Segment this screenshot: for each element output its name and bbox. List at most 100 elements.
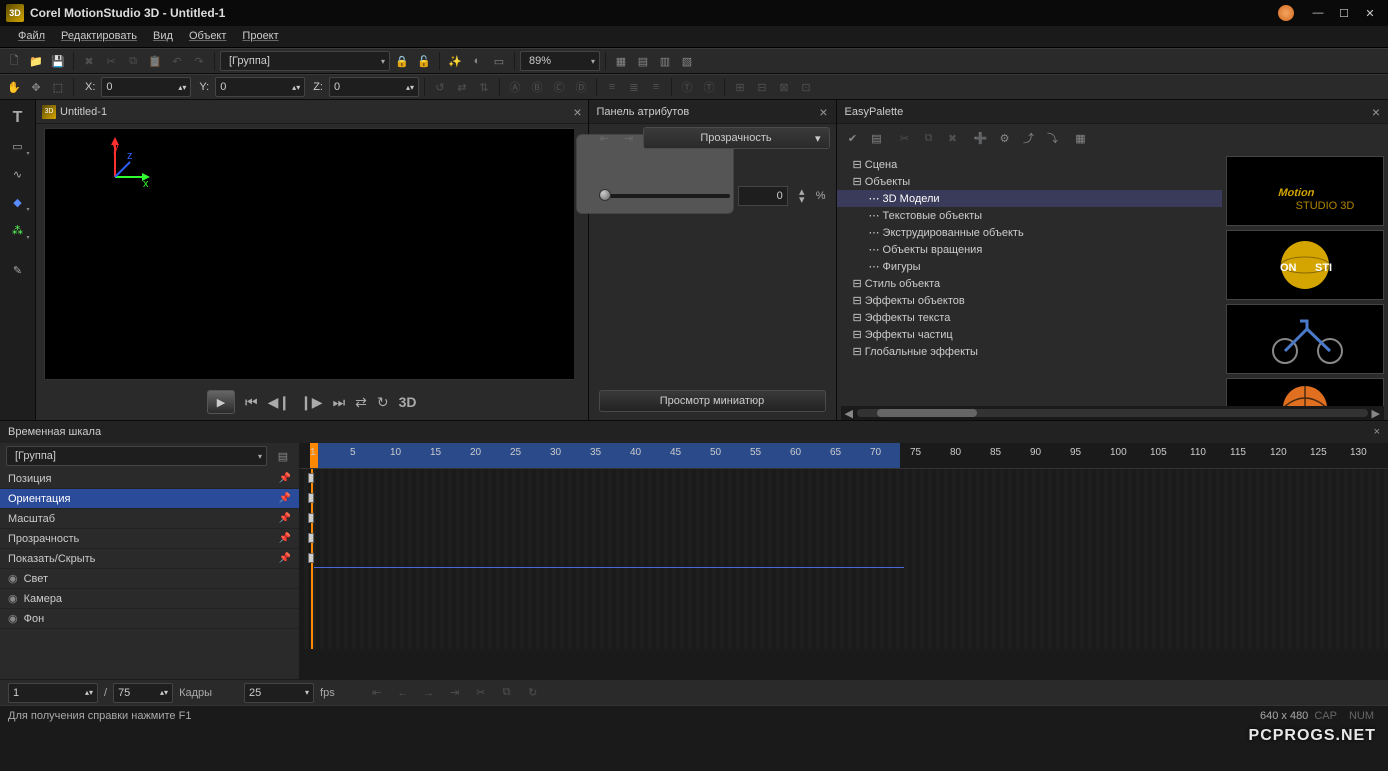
fps-input[interactable]: 25▾ [244,683,314,703]
layout1-icon[interactable]: ▦ [611,51,631,71]
tree-node[interactable]: ⋯ Объекты вращения [837,241,1223,258]
timeline-ruler[interactable]: 1510152025303540455055606570758085909510… [300,443,1388,469]
attr-panel-close-icon[interactable]: × [819,104,827,120]
x-input[interactable]: 0▴▾ [101,77,191,97]
timeline-area[interactable]: 1510152025303540455055606570758085909510… [300,443,1388,679]
tl-btn3-icon[interactable]: → [419,683,439,703]
tree-node[interactable]: ⋯ Экструдированные объекть [837,224,1223,241]
align4-icon[interactable]: Ⓓ [571,77,591,97]
text1-icon[interactable]: Ⓣ [677,77,697,97]
play-pause-button[interactable]: ❙▶ [300,394,323,411]
ep-check-icon[interactable]: ✔ [843,128,863,148]
align3-icon[interactable]: Ⓒ [549,77,569,97]
cut-icon[interactable]: ✂ [101,51,121,71]
timeline-track-row[interactable]: Показать/Скрыть📌 [0,549,299,569]
menu-object[interactable]: Объект [181,27,234,46]
tl-btn1-icon[interactable]: ⇤ [367,683,387,703]
tree-node[interactable]: ⋯ Текстовые объекты [837,207,1223,224]
ep-grid-icon[interactable]: ▦ [1071,128,1091,148]
redo-icon[interactable]: ↷ [189,51,209,71]
ep-layers-icon[interactable]: ▤ [867,128,887,148]
timeline-track-row[interactable]: Масштаб📌 [0,509,299,529]
viewport-tab[interactable]: 3D Untitled-1 [42,105,107,119]
timeline-track-row[interactable]: Прозрачность📌 [0,529,299,549]
dist2-icon[interactable]: ⊟ [752,77,772,97]
mirror-icon[interactable]: ⇄ [452,77,472,97]
tree-node[interactable]: ⊟ Объекты [837,173,1223,190]
viewport-close-icon[interactable]: × [573,104,581,120]
timeline-close-icon[interactable]: × [1374,426,1380,438]
timeline-tracks[interactable] [300,469,1388,649]
opacity-spinner[interactable]: ▴▾ [796,188,808,204]
thumb-bike[interactable] [1226,304,1384,374]
unlock-icon[interactable]: 🔓 [414,51,434,71]
halign1-icon[interactable]: ≡ [602,77,622,97]
tree-node[interactable]: ⊟ Эффекты объектов [837,292,1223,309]
align2-icon[interactable]: Ⓑ [527,77,547,97]
zoom-dropdown[interactable]: 89%▾ [520,51,600,71]
tree-node[interactable]: ⊟ Эффекты частиц [837,326,1223,343]
fx-icon[interactable]: ◐ [467,51,487,71]
move-tool-icon[interactable]: ✥ [26,77,46,97]
3d-toggle-button[interactable]: 3D [399,394,417,410]
tree-node[interactable]: ⊟ Стиль объекта [837,275,1223,292]
refresh-button[interactable]: ↻ [377,394,389,411]
loop-button[interactable]: ⇄ [355,394,367,411]
dist3-icon[interactable]: ⊠ [774,77,794,97]
shape-tool-icon[interactable]: ▭▾ [5,134,31,158]
layout3-icon[interactable]: ▥ [655,51,675,71]
close-button[interactable]: ✕ [1358,3,1382,23]
new-icon[interactable]: 🗋 [4,51,24,71]
tl-btn5-icon[interactable]: ✂ [471,683,491,703]
open-icon[interactable]: 📁 [26,51,46,71]
preview-thumbnails-button[interactable]: Просмотр миниатюр [599,390,826,412]
timeline-track-row[interactable]: ◉Фон [0,609,299,629]
next-frame-button[interactable]: ⏭ [333,394,346,411]
ep-add-icon[interactable]: ➕ [971,128,991,148]
flip-icon[interactable]: ⇅ [474,77,494,97]
group-dropdown[interactable]: [Группа]▾ [220,51,390,71]
thumb-motion[interactable]: MotionSTUDIO 3D [1226,156,1384,226]
attr-mode-dropdown[interactable]: Прозрачность▾ [643,127,830,149]
opacity-slider[interactable] [599,194,730,198]
thumb-basketball[interactable] [1226,378,1384,406]
menu-project[interactable]: Проект [234,27,286,46]
tree-node[interactable]: ⊟ Глобальные эффекты [837,343,1223,360]
menu-view[interactable]: Вид [145,27,181,46]
ep-copy-icon[interactable]: ⧉ [919,128,939,148]
menu-edit[interactable]: Редактировать [53,27,145,46]
save-icon[interactable]: 💾 [48,51,68,71]
text2-icon[interactable]: Ⓣ [699,77,719,97]
tree-node[interactable]: ⊟ Сцена [837,156,1223,173]
first-frame-button[interactable]: ⏮ [245,394,258,411]
render-icon[interactable]: ▭ [489,51,509,71]
wand-icon[interactable]: ✨ [445,51,465,71]
y-input[interactable]: 0▴▾ [215,77,305,97]
minimize-button[interactable]: — [1306,3,1330,23]
timeline-layers-icon[interactable]: ▤ [273,446,293,466]
align1-icon[interactable]: Ⓐ [505,77,525,97]
ep-cut-icon[interactable]: ✂ [895,128,915,148]
prev-frame-button[interactable]: ◀❙ [268,394,291,411]
tree-node[interactable]: ⋯ Фигуры [837,258,1223,275]
ep-import-icon[interactable]: ⤵ [1043,128,1063,148]
delete-icon[interactable]: ✖ [79,51,99,71]
easypalette-close-icon[interactable]: × [1372,104,1380,120]
tl-btn6-icon[interactable]: ⧉ [497,683,517,703]
lock-icon[interactable]: 🔒 [392,51,412,71]
edit-tool-icon[interactable]: ✎ [5,258,31,282]
viewport-scrollbar[interactable] [574,124,588,384]
play-button[interactable]: ▶ [207,390,235,414]
paste-icon[interactable]: 📋 [145,51,165,71]
ep-delete-icon[interactable]: ✖ [943,128,963,148]
hand-icon[interactable]: ✋ [4,77,24,97]
timeline-track-row[interactable]: Позиция📌 [0,469,299,489]
dist4-icon[interactable]: ⊡ [796,77,816,97]
undo-icon[interactable]: ↶ [167,51,187,71]
tl-btn4-icon[interactable]: ⇥ [445,683,465,703]
attr-next-icon[interactable]: ⇥ [619,128,639,148]
ep-export-icon[interactable]: ⤴ [1019,128,1039,148]
opacity-input[interactable]: 0 [738,186,788,206]
attr-prev-icon[interactable]: ⇤ [595,128,615,148]
z-input[interactable]: 0▴▾ [329,77,419,97]
